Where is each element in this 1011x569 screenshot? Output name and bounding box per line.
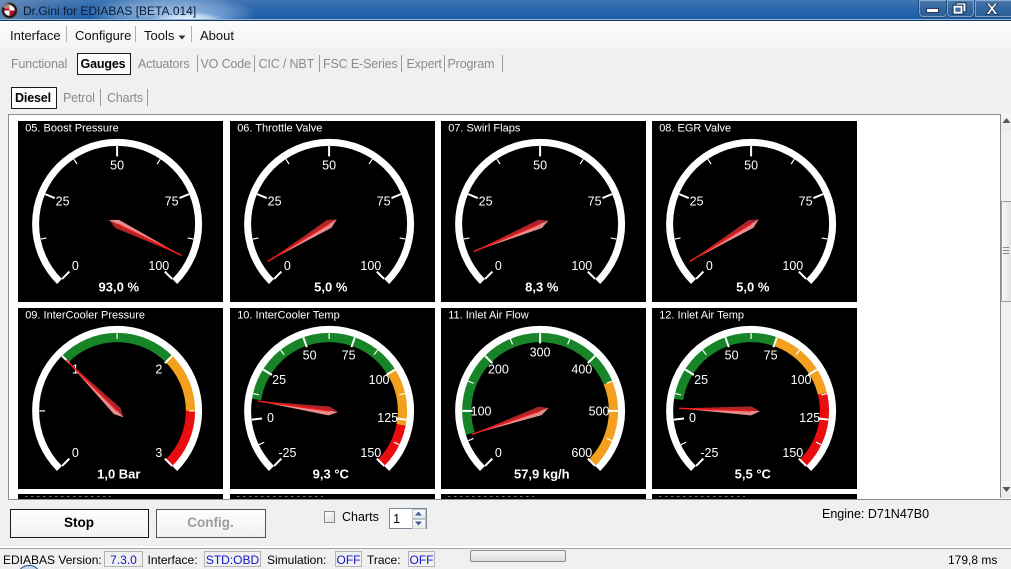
svg-text:300: 300 (529, 345, 550, 359)
svg-text:25: 25 (267, 194, 281, 208)
svg-text:100: 100 (360, 259, 381, 273)
svg-text:5,0 %: 5,0 % (314, 279, 348, 294)
svg-text:57,9 kg/h: 57,9 kg/h (513, 466, 569, 481)
svg-text:500: 500 (588, 404, 609, 418)
svg-text:50: 50 (533, 158, 547, 172)
svg-text:5,0 %: 5,0 % (736, 279, 770, 294)
svg-text:75: 75 (164, 194, 178, 208)
svg-text:0: 0 (494, 259, 501, 273)
svg-text:75: 75 (763, 348, 777, 362)
svg-text:11. Inlet Air Flow: 11. Inlet Air Flow (448, 309, 529, 321)
svg-text:8,3 %: 8,3 % (525, 279, 559, 294)
svg-text:0: 0 (71, 259, 78, 273)
svg-text:100: 100 (782, 259, 803, 273)
svg-text:400: 400 (571, 362, 592, 376)
svg-text:125: 125 (799, 410, 820, 424)
svg-text:0: 0 (266, 410, 273, 424)
svg-text:75: 75 (376, 194, 390, 208)
svg-text:100: 100 (148, 259, 169, 273)
svg-text:75: 75 (798, 194, 812, 208)
svg-text:100: 100 (790, 372, 811, 386)
svg-text:3: 3 (155, 446, 162, 460)
svg-text:150: 150 (360, 446, 381, 460)
svg-text:200: 200 (487, 362, 508, 376)
svg-text:600: 600 (571, 446, 592, 460)
svg-text:25: 25 (55, 194, 69, 208)
svg-text:2: 2 (155, 362, 162, 376)
svg-text:5,5 °C: 5,5 °C (734, 466, 771, 481)
svg-text:06. Throttle Valve: 06. Throttle Valve (237, 122, 322, 134)
svg-text:0: 0 (494, 446, 501, 460)
svg-text:-25: -25 (700, 446, 718, 460)
svg-text:75: 75 (587, 194, 601, 208)
svg-text:07. Swirl Flaps: 07. Swirl Flaps (448, 122, 521, 134)
svg-text:0: 0 (705, 259, 712, 273)
svg-text:93,0 %: 93,0 % (98, 279, 139, 294)
svg-text:25: 25 (694, 372, 708, 386)
svg-text:100: 100 (571, 259, 592, 273)
svg-text:50: 50 (302, 348, 316, 362)
svg-text:09. InterCooler Pressure: 09. InterCooler Pressure (25, 309, 145, 321)
svg-text:08. EGR Valve: 08. EGR Valve (659, 122, 731, 134)
svg-text:50: 50 (744, 158, 758, 172)
svg-text:9,3 °C: 9,3 °C (312, 466, 349, 481)
svg-text:100: 100 (368, 372, 389, 386)
svg-text:10. InterCooler Temp: 10. InterCooler Temp (237, 309, 340, 321)
svg-text:75: 75 (341, 348, 355, 362)
svg-text:25: 25 (689, 194, 703, 208)
svg-text:05. Boost Pressure: 05. Boost Pressure (25, 122, 119, 134)
svg-text:1,0 Bar: 1,0 Bar (97, 466, 140, 481)
svg-text:50: 50 (110, 158, 124, 172)
svg-text:0: 0 (688, 410, 695, 424)
svg-text:-25: -25 (278, 446, 296, 460)
svg-text:50: 50 (724, 348, 738, 362)
svg-text:100: 100 (470, 404, 491, 418)
svg-text:0: 0 (71, 446, 78, 460)
svg-text:0: 0 (283, 259, 290, 273)
svg-text:25: 25 (272, 372, 286, 386)
svg-text:50: 50 (322, 158, 336, 172)
svg-text:125: 125 (377, 410, 398, 424)
svg-text:150: 150 (782, 446, 803, 460)
svg-text:25: 25 (478, 194, 492, 208)
svg-text:12. Inlet Air Temp: 12. Inlet Air Temp (659, 309, 744, 321)
